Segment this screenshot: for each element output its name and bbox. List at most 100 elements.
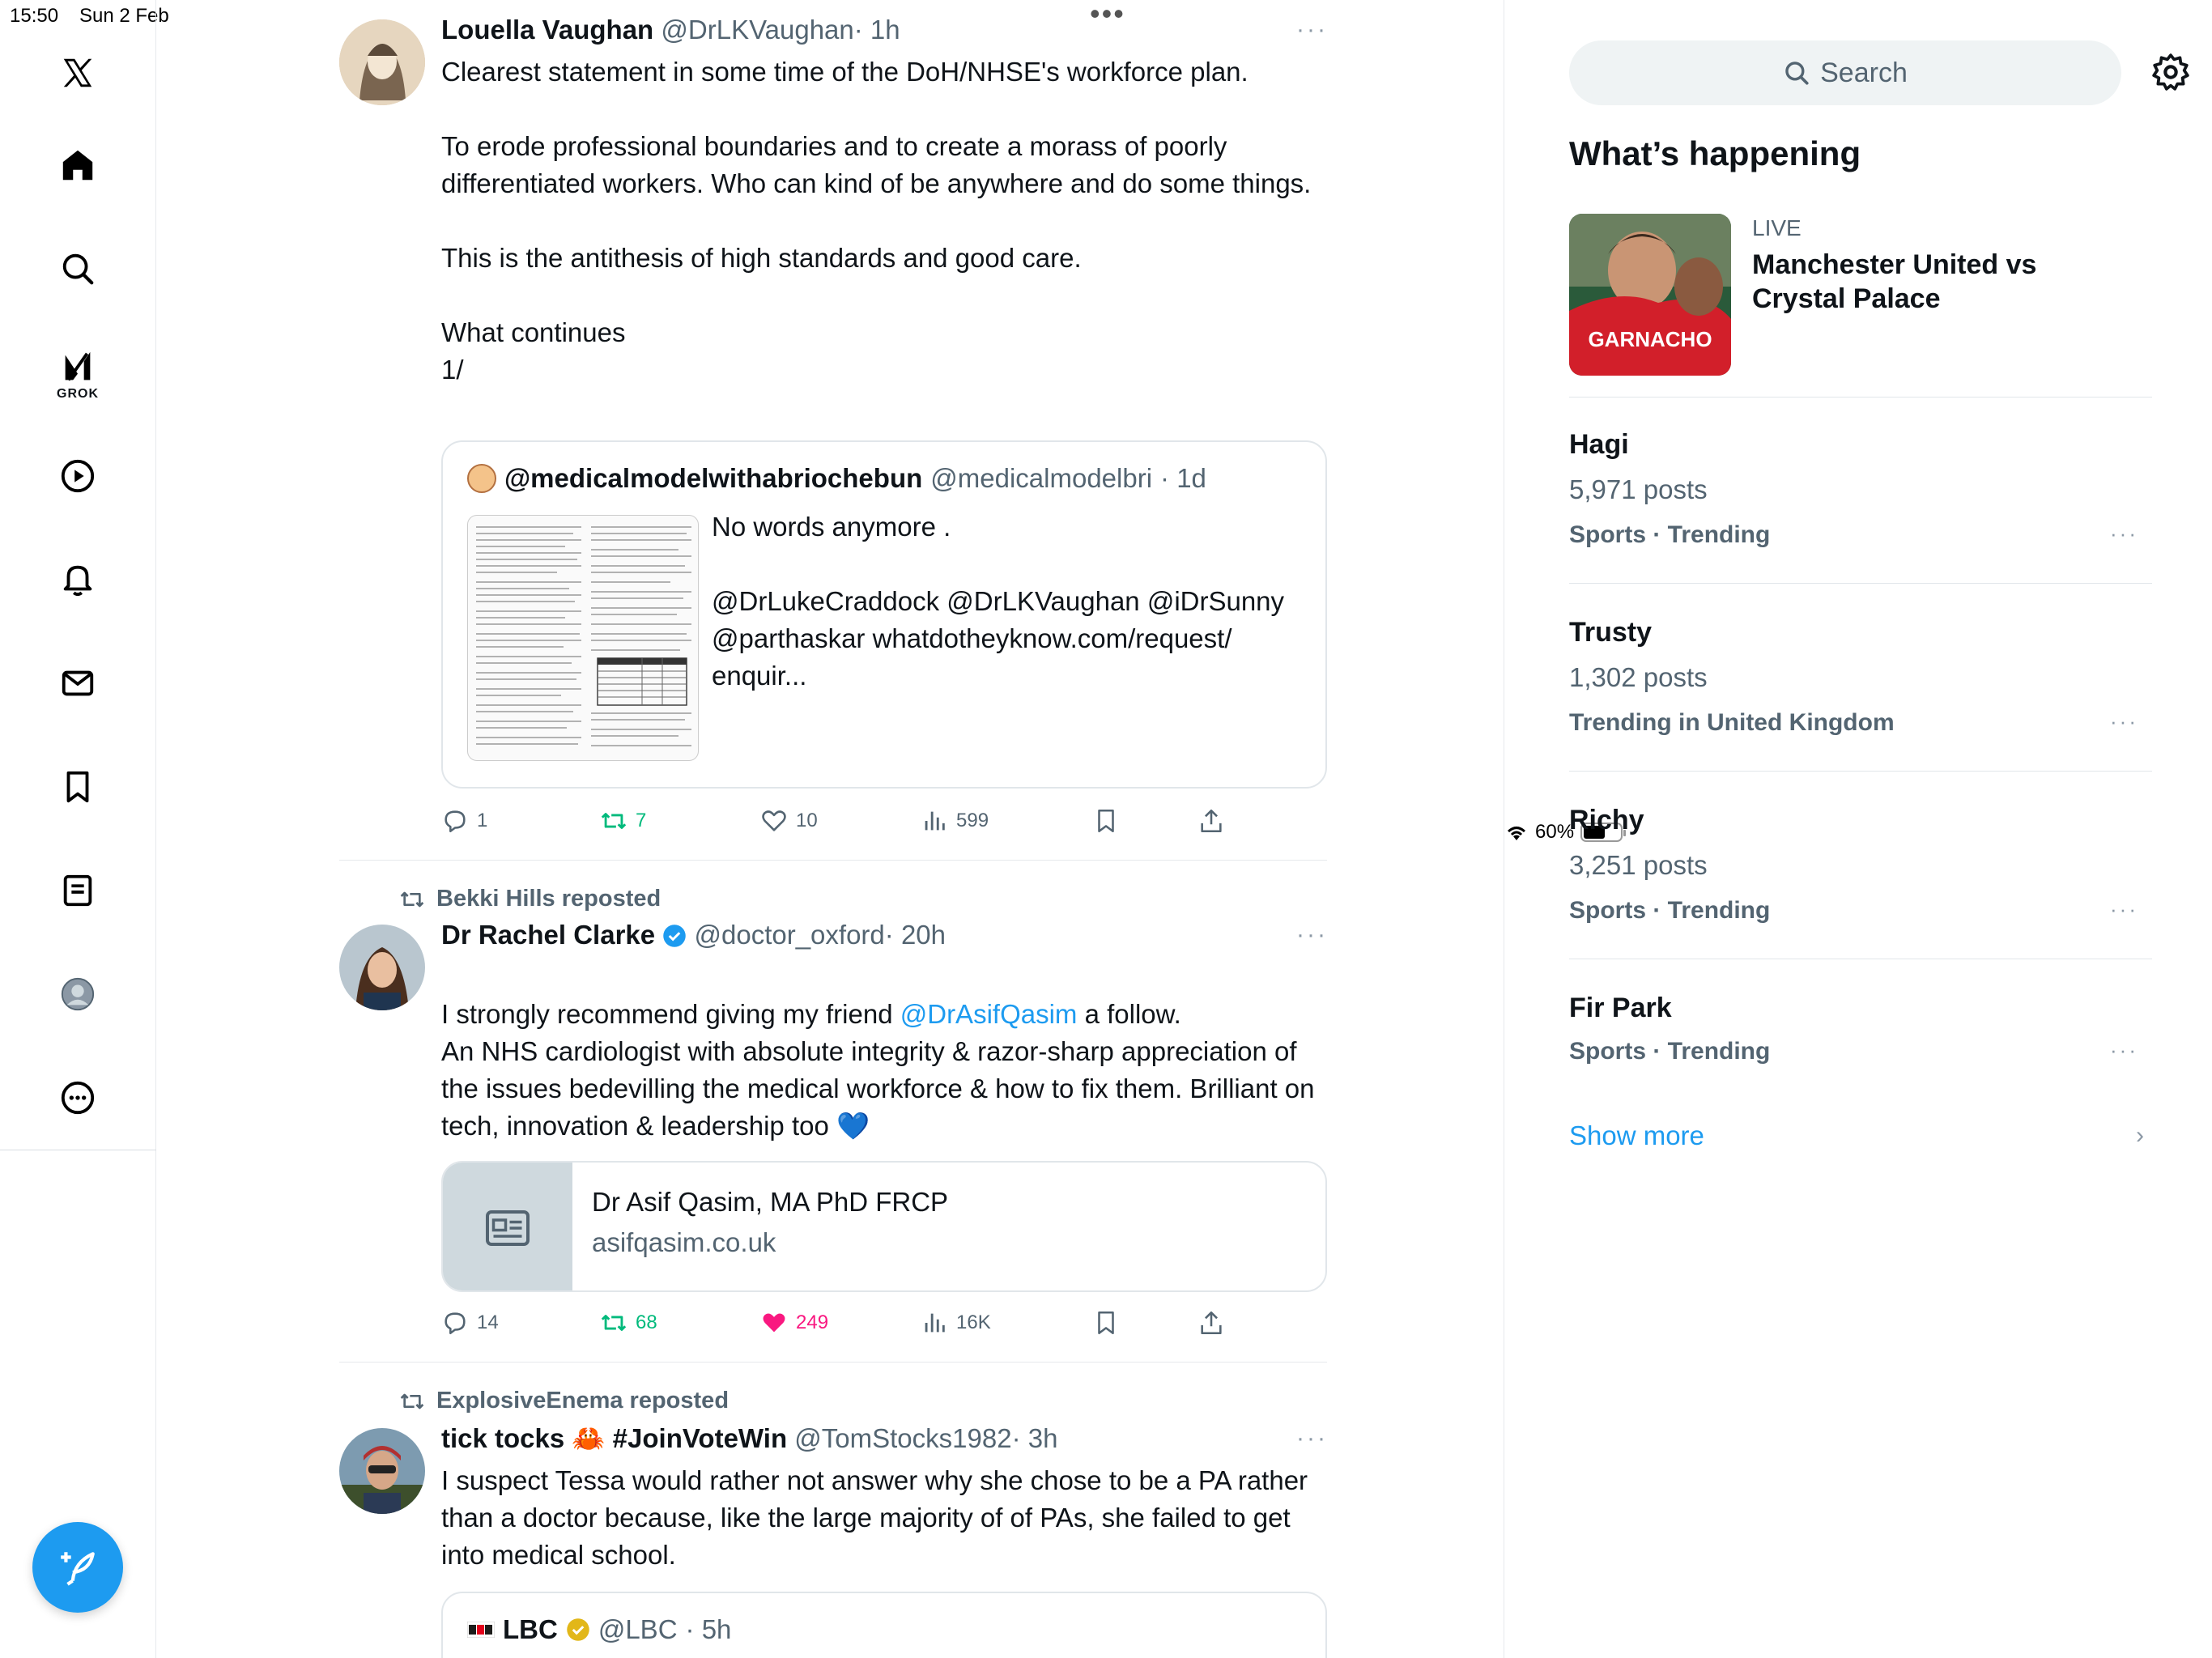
repost-icon [400, 1393, 424, 1409]
more-menu-button[interactable]: ··· [1296, 16, 1328, 44]
reposted-by-label: ExplosiveEnema reposted [436, 1388, 730, 1414]
reply-icon [445, 810, 466, 833]
quoted-tweet[interactable]: @medicalmodelwithabriochebun @medicalmod… [441, 440, 1327, 789]
quoted-tweet-text: No words anymore . @DrLukeCraddock @DrLK… [712, 512, 1285, 691]
timeline-feed: Louella Vaughan @DrLKVaughan· 1h ··· Cle… [156, 0, 1504, 1658]
reply-button[interactable]: 1 [441, 803, 487, 839]
share-icon [1201, 809, 1222, 833]
quoted-tweet[interactable]: LBC @LBC · 5h [441, 1592, 1327, 1658]
more-menu-button[interactable]: ··· [1296, 1425, 1328, 1452]
author-name[interactable]: Louella Vaughan [441, 15, 653, 45]
repost-count: 7 [636, 810, 647, 831]
section-title: What’s happening [1569, 134, 1861, 172]
quoted-author-name: LBC [503, 1614, 558, 1644]
tweet-text: I strongly recommend giving my friend @D… [441, 959, 1327, 1033]
view-count: 16K [956, 1312, 991, 1333]
views-button[interactable]: 16K [921, 1305, 991, 1341]
quoted-post-time: · 5h [685, 1614, 732, 1644]
show-more-link[interactable]: Show more [1569, 1120, 1704, 1151]
compose-post-button[interactable] [32, 1522, 123, 1613]
quoted-tweet-header: @medicalmodelwithabriochebun @medicalmod… [467, 463, 1206, 494]
avatar[interactable] [339, 19, 425, 105]
repost-count: 68 [636, 1312, 657, 1333]
bookmark-button[interactable] [1092, 803, 1120, 839]
share-icon [1201, 1311, 1222, 1335]
link-card-title: Dr Asif Qasim, MA PhD FRCP [592, 1187, 949, 1217]
document-image[interactable] [467, 515, 699, 761]
right-sidebar: Search What’s happening GARNACHO LIVE Ma… [1504, 0, 2212, 1658]
tweet-header: Louella Vaughan @DrLKVaughan· 1h [441, 15, 1429, 45]
live-event-title[interactable]: Manchester United vs Crystal Palace [1752, 248, 2092, 316]
quoted-avatar [467, 464, 496, 493]
views-button[interactable]: 599 [921, 803, 989, 839]
heart-filled-icon [763, 1313, 785, 1333]
search-input[interactable]: Search [1569, 40, 2121, 105]
heart-icon [762, 810, 786, 831]
trend-more-button[interactable]: ··· [2110, 1038, 2138, 1063]
reply-icon [445, 1312, 466, 1335]
live-event-thumbnail[interactable]: GARNACHO [1569, 214, 1731, 376]
trend-more-button[interactable]: ··· [2110, 709, 2138, 734]
more-menu-button[interactable]: ··· [1296, 921, 1328, 949]
home-icon[interactable] [49, 136, 107, 194]
repost-button[interactable]: 68 [600, 1305, 657, 1341]
trend-post-count: 3,251 posts [1569, 850, 1708, 880]
reposted-by[interactable]: ExplosiveEnema reposted [399, 1388, 729, 1414]
trend-more-button[interactable]: ··· [2110, 521, 2138, 546]
verified-badge-icon [663, 925, 687, 947]
link-card[interactable]: Dr Asif Qasim, MA PhD FRCP asifqasim.co.… [441, 1161, 1327, 1292]
live-label: LIVE [1752, 215, 1802, 240]
trend-name[interactable]: Hagi [1569, 429, 1629, 461]
bookmarks-icon[interactable] [49, 758, 107, 816]
trend-divider [1569, 771, 2152, 772]
like-button[interactable]: 249 [760, 1305, 828, 1341]
views-chart-icon [925, 811, 945, 831]
post-time[interactable]: · 1h [854, 15, 900, 45]
post-time[interactable]: · 3h [1012, 1423, 1058, 1453]
left-navigation: GROK [0, 0, 156, 1658]
like-count: 10 [796, 810, 818, 831]
profile-avatar-icon[interactable] [49, 965, 107, 1023]
lbc-logo-icon [467, 1622, 495, 1638]
trend-name[interactable]: Trusty [1569, 617, 1652, 648]
quoted-post-time: · 1d [1160, 463, 1206, 493]
author-handle[interactable]: @doctor_oxford [694, 920, 884, 950]
share-button[interactable] [1197, 803, 1225, 839]
bookmark-icon [1098, 809, 1114, 833]
tweet-header: tick tocks 🦀 #JoinVoteWin @TomStocks1982… [441, 1423, 1429, 1455]
reply-button[interactable]: 14 [441, 1305, 499, 1341]
trend-more-button[interactable]: ··· [2110, 897, 2138, 922]
settings-gear-icon[interactable] [2150, 52, 2191, 92]
trend-category: Sports · Trending [1569, 521, 1771, 548]
x-logo-icon[interactable] [49, 44, 107, 102]
trend-category: Sports · Trending [1569, 1038, 1771, 1065]
mention-link[interactable]: @DrAsifQasim [900, 999, 1078, 1029]
thumbnail-jersey-text: GARNACHO [1588, 327, 1712, 351]
author-handle[interactable]: @TomStocks1982 [794, 1423, 1011, 1453]
author-handle[interactable]: @DrLKVaughan [661, 15, 853, 45]
repost-icon [601, 813, 627, 829]
reposted-by[interactable]: Bekki Hills reposted [399, 886, 661, 912]
post-time[interactable]: · 20h [885, 920, 946, 950]
repost-button[interactable]: 7 [600, 803, 646, 839]
link-card-domain: asifqasim.co.uk [592, 1227, 776, 1257]
more-options-icon[interactable] [49, 1069, 107, 1127]
reply-count: 14 [477, 1312, 499, 1333]
author-name[interactable]: tick tocks 🦀 #JoinVoteWin [441, 1423, 787, 1453]
author-name[interactable]: Dr Rachel Clarke [441, 920, 655, 950]
tweet-actions: 1 7 10 599 [441, 803, 1259, 839]
trend-name[interactable]: Fir Park [1569, 993, 1672, 1024]
messages-envelope-icon[interactable] [49, 654, 107, 712]
avatar[interactable] [339, 1428, 425, 1514]
share-button[interactable] [1197, 1305, 1225, 1341]
trend-name[interactable]: Richy [1569, 805, 1644, 836]
video-play-icon[interactable] [49, 447, 107, 505]
notifications-bell-icon[interactable] [49, 551, 107, 609]
like-count: 249 [796, 1312, 829, 1333]
like-button[interactable]: 10 [760, 803, 818, 839]
explore-search-icon[interactable] [49, 240, 107, 298]
tweet-actions: 14 68 249 16K [441, 1305, 1259, 1341]
lists-icon[interactable] [49, 861, 107, 920]
avatar[interactable] [339, 925, 425, 1010]
bookmark-button[interactable] [1092, 1305, 1120, 1341]
